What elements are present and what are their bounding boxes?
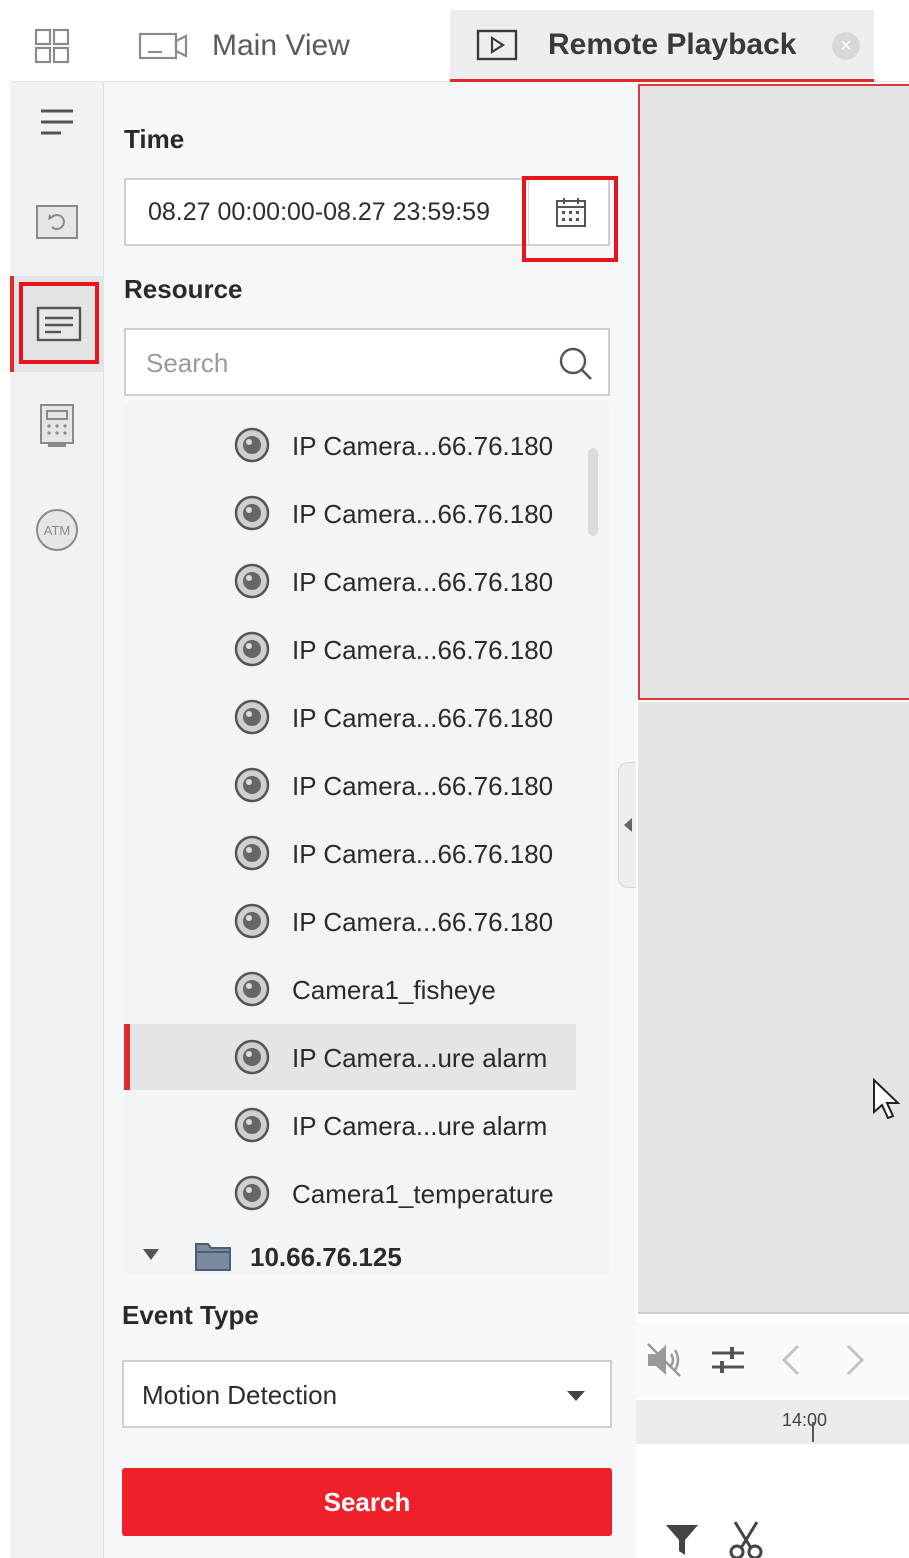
camera-icon xyxy=(234,835,270,871)
video-camera-icon xyxy=(138,32,188,60)
scissors-icon[interactable] xyxy=(726,1520,766,1558)
camera-label: IP Camera...66.76.180 xyxy=(292,567,554,597)
resource-search-box xyxy=(124,328,610,396)
camera-label: IP Camera...66.76.180 xyxy=(292,703,554,733)
timeline-tick-label: 14:00 xyxy=(782,1410,828,1430)
video-area: 14:00 xyxy=(636,82,909,1558)
timeline-bar[interactable]: 14:00 xyxy=(636,1400,909,1444)
camera-icon xyxy=(234,903,270,939)
adjust-icon[interactable] xyxy=(708,1340,748,1380)
tab-bar: Main View Remote Playback × xyxy=(10,10,909,82)
svg-text:ATM: ATM xyxy=(44,523,70,538)
event-type-title: Event Type xyxy=(122,1300,259,1330)
camera-list-item[interactable]: IP Camera...66.76.180 xyxy=(124,412,576,478)
tab-main-view[interactable]: Main View xyxy=(130,10,450,82)
resource-search-input[interactable] xyxy=(146,344,546,382)
camera-icon xyxy=(234,495,270,531)
camera-list-item[interactable]: IP Camera...ure alarm xyxy=(124,1024,576,1090)
camera-list-item[interactable]: IP Camera...66.76.180 xyxy=(124,888,576,954)
expand-arrow-icon[interactable] xyxy=(142,1248,160,1262)
video-window-2[interactable] xyxy=(638,702,909,1314)
camera-label: IP Camera...66.76.180 xyxy=(292,839,554,869)
tab-remote-playback-label: Remote Playback xyxy=(548,27,797,61)
next-icon[interactable] xyxy=(840,1340,870,1380)
timeline-marker xyxy=(812,1422,814,1442)
previous-icon[interactable] xyxy=(776,1340,806,1380)
camera-list-item[interactable]: Camera1_temperature xyxy=(124,1160,576,1226)
camera-icon xyxy=(234,971,270,1007)
rail-item-atm[interactable]: ATM xyxy=(10,490,104,570)
camera-list-item[interactable]: IP Camera...66.76.180 xyxy=(124,548,576,614)
replay-icon xyxy=(36,205,78,239)
time-title: Time xyxy=(124,124,185,154)
camera-list-item[interactable]: IP Camera...ure alarm xyxy=(124,1092,576,1158)
tab-remote-playback[interactable]: Remote Playback × xyxy=(450,10,874,82)
rail-item-pos[interactable] xyxy=(10,386,104,466)
resource-title: Resource xyxy=(124,274,243,304)
tab-main-view-label: Main View xyxy=(212,29,350,62)
event-list-highlight xyxy=(19,282,99,364)
camera-icon xyxy=(234,767,270,803)
tree-folder-row[interactable]: 10.66.76.125 xyxy=(124,1224,610,1274)
camera-icon xyxy=(234,699,270,735)
event-type-select[interactable]: Motion Detection xyxy=(122,1360,612,1428)
resource-tree: IP Camera...66.76.180 IP Camera...66.76.1… xyxy=(124,404,610,1274)
camera-label: IP Camera...66.76.180 xyxy=(292,635,554,665)
camera-list-item[interactable]: IP Camera...66.76.180 xyxy=(124,752,576,818)
camera-icon xyxy=(234,631,270,667)
playback-controls xyxy=(636,1322,909,1398)
mute-icon[interactable] xyxy=(644,1340,684,1380)
collapse-panel-handle[interactable] xyxy=(618,762,636,888)
playback-icon xyxy=(476,29,518,60)
folder-label: 10.66.76.125 xyxy=(250,1242,402,1272)
atm-icon: ATM xyxy=(36,509,78,551)
side-nav-rail: ATM xyxy=(10,82,104,1558)
menu-icon[interactable] xyxy=(10,82,104,162)
calendar-highlight xyxy=(522,176,618,262)
camera-list-item[interactable]: Camera1_fisheye xyxy=(124,956,576,1022)
camera-label: IP Camera...66.76.180 xyxy=(292,907,554,937)
clip-tools xyxy=(636,1502,909,1558)
time-range-value: 08.27 00:00:00-08.27 23:59:59 xyxy=(148,198,490,226)
camera-label: IP Camera...66.76.180 xyxy=(292,771,554,801)
filter-icon[interactable] xyxy=(664,1522,700,1558)
camera-icon xyxy=(234,563,270,599)
tree-scrollbar[interactable] xyxy=(588,448,598,536)
video-window-1[interactable] xyxy=(638,84,909,700)
camera-list-item[interactable]: IP Camera...66.76.180 xyxy=(124,684,576,750)
mouse-cursor-icon xyxy=(873,1078,901,1120)
camera-label: IP Camera...66.76.180 xyxy=(292,499,554,529)
camera-icon xyxy=(234,1175,270,1211)
search-panel: Time 08.27 00:00:00-08.27 23:59:59 Resou… xyxy=(104,82,636,1558)
camera-icon xyxy=(234,427,270,463)
folder-icon xyxy=(195,1243,231,1271)
camera-icon xyxy=(234,1039,270,1075)
close-icon[interactable]: × xyxy=(832,32,860,60)
search-button[interactable]: Search xyxy=(122,1468,612,1536)
chevron-left-icon xyxy=(623,818,632,832)
chevron-down-icon xyxy=(567,1391,585,1401)
search-icon[interactable] xyxy=(558,346,594,382)
camera-label: IP Camera...ure alarm xyxy=(292,1111,548,1141)
camera-icon xyxy=(234,1107,270,1143)
rail-item-playback[interactable] xyxy=(10,182,104,262)
camera-label: IP Camera...ure alarm xyxy=(292,1043,548,1073)
camera-label: Camera1_temperature xyxy=(292,1179,554,1209)
event-type-value: Motion Detection xyxy=(142,1380,338,1410)
camera-list-item[interactable]: IP Camera...66.76.180 xyxy=(124,820,576,886)
calculator-icon xyxy=(40,404,74,447)
grid-view-icon[interactable] xyxy=(34,28,70,64)
camera-label: Camera1_fisheye xyxy=(292,975,496,1005)
camera-list-item[interactable]: IP Camera...66.76.180 xyxy=(124,616,576,682)
camera-list-item[interactable]: IP Camera...66.76.180 xyxy=(124,480,576,546)
camera-label: IP Camera...66.76.180 xyxy=(292,431,554,461)
